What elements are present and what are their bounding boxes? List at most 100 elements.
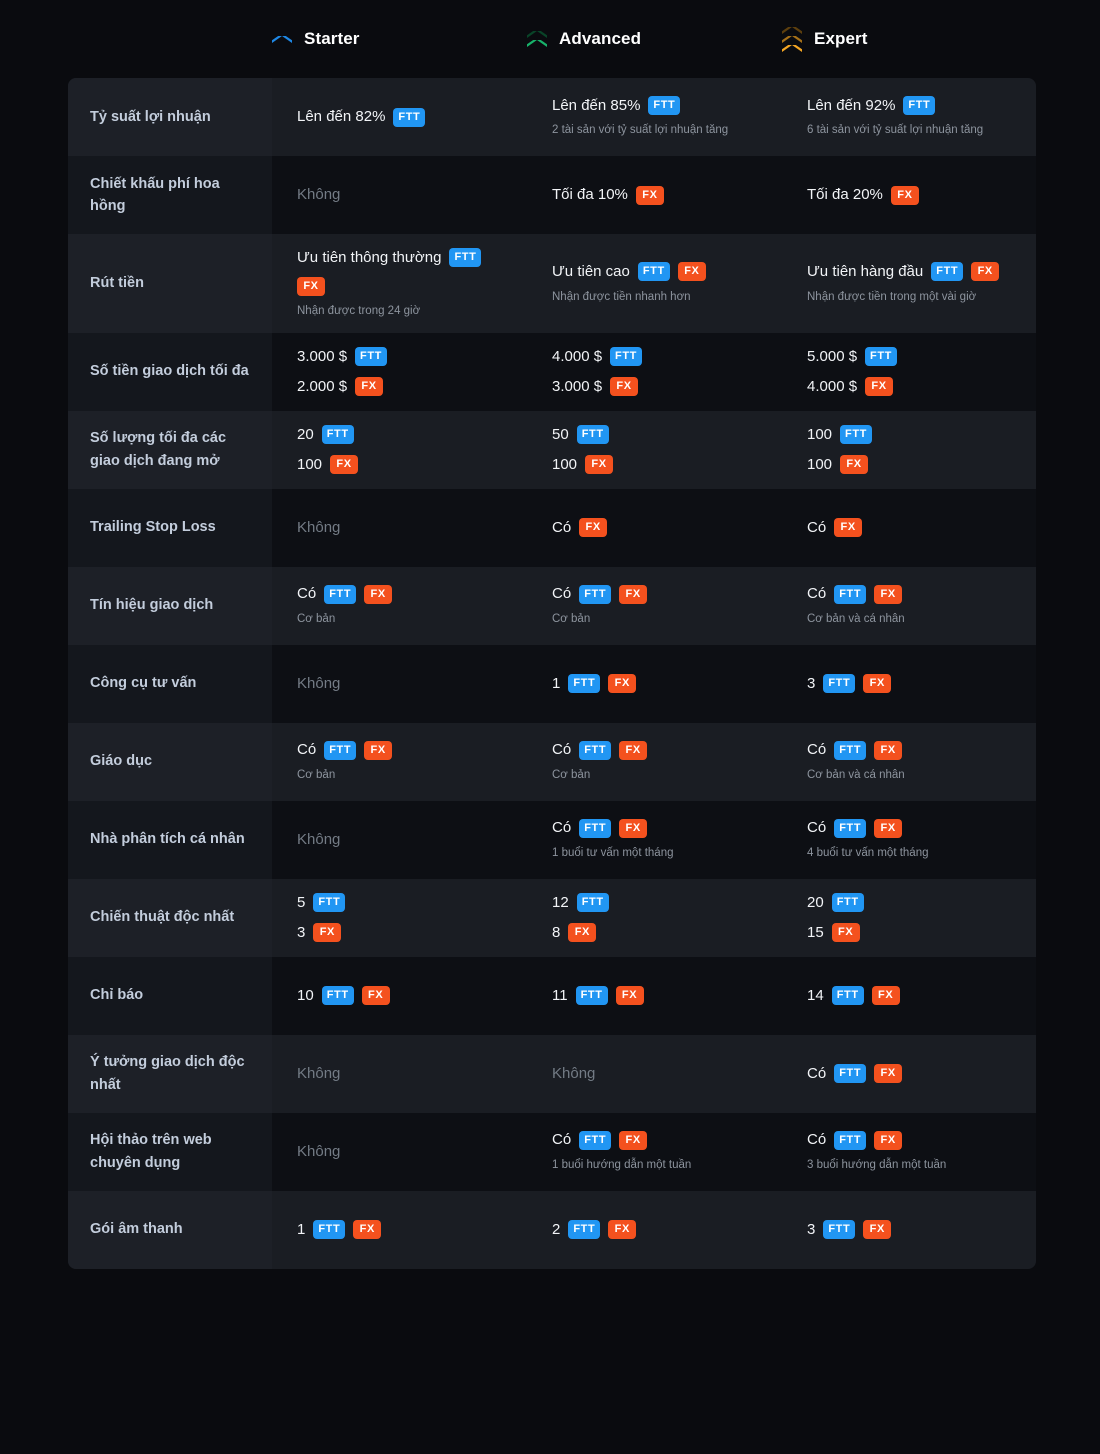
feature-value-cell: 5.000 $ FTT 4.000 $ FX [782,333,1036,411]
value-text: 100 [297,455,323,473]
value-text: 15 [807,923,824,941]
badge-fx: FX [871,986,900,1006]
value-note: Nhận được tiền trong một vài giờ [807,290,977,303]
badge-ftt: FTT [324,740,357,760]
feature-label: Chiết khấu phí hoa hồng [68,156,272,234]
value-text: Có [807,1131,827,1149]
feature-label: Tỷ suất lợi nhuận [68,78,272,156]
feature-label: Tín hiệu giao dịch [68,566,272,645]
value-text: Có [552,819,572,837]
value-line: Có FTT FX [552,740,766,760]
value-line: Không [297,1064,511,1084]
table-row: Nhà phân tích cá nhân Không Có FTT FX 1 buổi … [68,800,1036,879]
badge-ftt: FTT [355,347,388,367]
badge-fx: FX [353,1220,382,1240]
value-unavailable: Không [552,1064,596,1082]
plan-header-starter: Starter [272,27,527,52]
value-note: 4 buổi tư vấn một tháng [807,846,929,859]
badge-fx: FX [579,518,608,538]
value-line: Không [552,1064,766,1084]
feature-value-cell: Không [272,1113,527,1191]
feature-value-cell: Không [272,156,527,234]
value-text: Có [807,819,827,837]
comparison-table-header: Starter Advanced Expert [68,0,1036,78]
value-note: Nhận được trong 24 giờ [297,304,421,317]
feature-label: Công cụ tư vấn [68,644,272,723]
value-line: Có FTT FX [297,584,511,604]
badge-fx: FX [874,818,903,838]
feature-value-cell: 5 FTT 3 FX [272,879,527,957]
table-row: Ý tưởng giao dịch độc nhất Không Không Có FT… [68,1034,1036,1113]
feature-value-cell: Không [272,1035,527,1113]
feature-value-cell: Có FTT FX Cơ bản [527,723,782,801]
badge-fx: FX [610,376,639,396]
value-line: Ưu tiên hàng đầu FTT FX [807,262,1021,282]
value-text: 100 [552,455,578,473]
badge-ftt: FTT [393,107,426,127]
feature-value-cell: Có FTT FX Cơ bản [272,723,527,801]
value-line: 100 FX [807,454,1021,475]
table-row: Gói âm thanh 1 FTT FX 2 FTT FX 3 FTT FX [68,1190,1036,1269]
value-note: 3 buổi hướng dẫn một tuần [807,1158,947,1171]
value-line: Có FTT FX [552,584,766,604]
feature-value-cell: Có FTT FX Cơ bản và cá nhân [782,723,1036,801]
value-text: Có [297,741,317,759]
feature-value-cell: 20 FTT 100 FX [272,411,527,489]
value-line: Có FTT FX [807,1064,1021,1084]
value-text: 5 [297,894,306,912]
chevron-double-green-icon [527,31,547,47]
feature-label: Ý tưởng giao dịch độc nhất [68,1034,272,1113]
badge-ftt: FTT [903,95,936,115]
badge-fx: FX [874,740,903,760]
value-text: 3.000 $ [552,377,603,395]
value-note: 1 buổi tư vấn một tháng [552,846,674,859]
badge-ftt: FTT [834,1130,867,1150]
value-note: Cơ bản và cá nhân [807,768,905,781]
value-line: Không [297,1142,511,1162]
feature-value-cell: Có FTT FX Cơ bản [272,567,527,645]
feature-value-cell: Có FTT FX Cơ bản và cá nhân [782,567,1036,645]
value-text: 10 [297,986,314,1004]
table-row: Chỉ báo 10 FTT FX 11 FTT FX 14 FTT FX [68,956,1036,1035]
badge-ftt: FTT [321,425,354,445]
badge-ftt: FTT [637,262,670,282]
value-text: Có [807,585,827,603]
badge-ftt: FTT [823,674,856,694]
value-line: 50 FTT [552,425,766,445]
feature-label: Chỉ báo [68,956,272,1035]
feature-value-cell: 1 FTT FX [272,1191,527,1269]
badge-fx: FX [971,262,1000,282]
value-text: 100 [807,455,833,473]
badge-fx: FX [863,674,892,694]
badge-fx: FX [834,518,863,538]
badge-ftt: FTT [449,248,482,268]
value-line: 2.000 $ FX [297,376,511,397]
feature-label: Hội thảo trên web chuyên dụng [68,1112,272,1191]
feature-label: Trailing Stop Loss [68,488,272,567]
badge-ftt: FTT [579,1130,612,1150]
badge-fx: FX [615,986,644,1006]
table-row: Trailing Stop Loss Không Có FX Có FX [68,488,1036,567]
feature-value-cell: 4.000 $ FTT 3.000 $ FX [527,333,782,411]
feature-value-cell: Có FTT FX Cơ bản [527,567,782,645]
value-text: 2.000 $ [297,377,348,395]
badge-ftt: FTT [575,986,608,1006]
value-text: 8 [552,923,561,941]
value-line: 11 FTT FX [552,986,766,1006]
plan-header-columns: Starter Advanced Expert [272,26,1037,52]
value-text: Ưu tiên thông thường [297,249,442,266]
badge-fx: FX [364,740,393,760]
value-note: Cơ bản [297,612,336,625]
value-line: Ưu tiên cao FTT FX [552,262,766,282]
feature-value-cell: Tối đa 20% FX [782,156,1036,234]
badge-fx: FX [619,584,648,604]
value-line: 14 FTT FX [807,986,1021,1006]
table-row: Giáo dục Có FTT FX Cơ bản Có FTT FX Cơ bản Có FTT F… [68,722,1036,801]
feature-label: Gói âm thanh [68,1190,272,1269]
badge-ftt: FTT [568,1220,601,1240]
value-text: Có [297,585,317,603]
feature-value-cell: Ưu tiên thông thường FTT FX Nhận được trong… [272,234,527,333]
badge-ftt: FTT [834,740,867,760]
feature-value-cell: Có FTT FX [782,1035,1036,1113]
table-row: Chiết khấu phí hoa hồng Không Tối đa 10% FX… [68,156,1036,234]
